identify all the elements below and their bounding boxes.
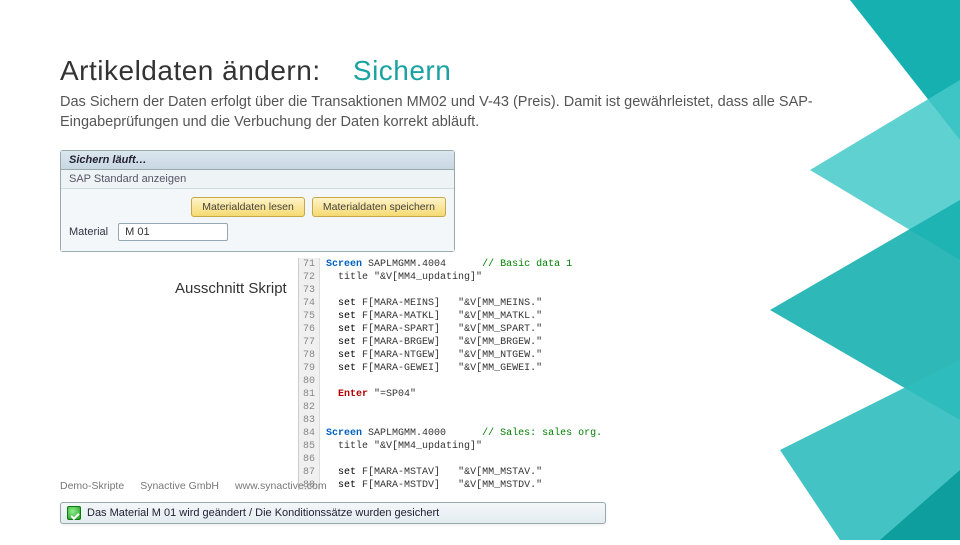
line-number: 81 xyxy=(299,388,320,401)
line-number: 82 xyxy=(299,401,320,414)
code-line xyxy=(320,414,608,427)
code-line: set F[MARA-MEINS] "&V[MM_MEINS." xyxy=(320,297,608,310)
line-number: 72 xyxy=(299,271,320,284)
line-number: 83 xyxy=(299,414,320,427)
code-line: set F[MARA-NTGEW] "&V[MM_NTGEW." xyxy=(320,349,608,362)
line-number: 79 xyxy=(299,362,320,375)
code-line xyxy=(320,284,608,297)
code-line: set F[MARA-MSTDV] "&V[MM_MSTDV." xyxy=(320,479,608,490)
status-text: Das Material M 01 wird geändert / Die Ko… xyxy=(87,507,439,519)
code-line xyxy=(320,453,608,466)
code-line: title "&V[MM4_updating]" xyxy=(320,440,608,453)
line-number: 86 xyxy=(299,453,320,466)
sap-window: Sichern läuft… SAP Standard anzeigen Mat… xyxy=(60,150,455,252)
slide-footer: Demo-Skripte Synactive GmbH www.synactiv… xyxy=(60,480,327,492)
code-line: Screen SAPLMGMM.4000 // Sales: sales org… xyxy=(320,427,608,440)
line-number: 71 xyxy=(299,258,320,271)
line-number: 87 xyxy=(299,466,320,479)
material-field-input[interactable]: M 01 xyxy=(118,223,228,241)
script-excerpt: 71Screen SAPLMGMM.4004 // Basic data 172… xyxy=(298,258,608,490)
code-line: set F[MARA-MATKL] "&V[MM_MATKL." xyxy=(320,310,608,323)
sap-window-subtitle: SAP Standard anzeigen xyxy=(61,170,454,189)
line-number: 85 xyxy=(299,440,320,453)
line-number: 84 xyxy=(299,427,320,440)
code-line xyxy=(320,375,608,388)
line-number: 77 xyxy=(299,336,320,349)
title-accent: Sichern xyxy=(353,55,451,86)
sap-window-title: Sichern läuft… xyxy=(61,151,454,170)
code-line: set F[MARA-MSTAV] "&V[MM_MSTAV." xyxy=(320,466,608,479)
footer-demo: Demo-Skripte xyxy=(60,480,124,492)
code-line: set F[MARA-GEWEI] "&V[MM_GEWEI." xyxy=(320,362,608,375)
footer-url: www.synactive.com xyxy=(235,480,327,492)
line-number: 80 xyxy=(299,375,320,388)
code-line: set F[MARA-SPART] "&V[MM_SPART." xyxy=(320,323,608,336)
slide-title: Artikeldaten ändern: Sichern xyxy=(60,55,900,87)
line-number: 73 xyxy=(299,284,320,297)
script-caption: Ausschnitt Skript xyxy=(175,280,287,297)
code-line: set F[MARA-BRGEW] "&V[MM_BRGEW." xyxy=(320,336,608,349)
slide-description: Das Sichern der Daten erfolgt über die T… xyxy=(60,93,820,132)
line-number: 75 xyxy=(299,310,320,323)
line-number: 74 xyxy=(299,297,320,310)
code-line xyxy=(320,401,608,414)
line-number: 76 xyxy=(299,323,320,336)
save-material-button[interactable]: Materialdaten speichern xyxy=(312,197,446,217)
status-bar: Das Material M 01 wird geändert / Die Ko… xyxy=(60,502,606,524)
code-line: title "&V[MM4_updating]" xyxy=(320,271,608,284)
code-line: Enter "=SP04" xyxy=(320,388,608,401)
read-material-button[interactable]: Materialdaten lesen xyxy=(191,197,305,217)
line-number: 78 xyxy=(299,349,320,362)
footer-company: Synactive GmbH xyxy=(140,480,219,492)
title-main: Artikeldaten ändern: xyxy=(60,55,321,86)
material-field-label: Material xyxy=(69,226,108,238)
success-icon xyxy=(67,506,81,520)
code-line: Screen SAPLMGMM.4004 // Basic data 1 xyxy=(320,258,608,271)
